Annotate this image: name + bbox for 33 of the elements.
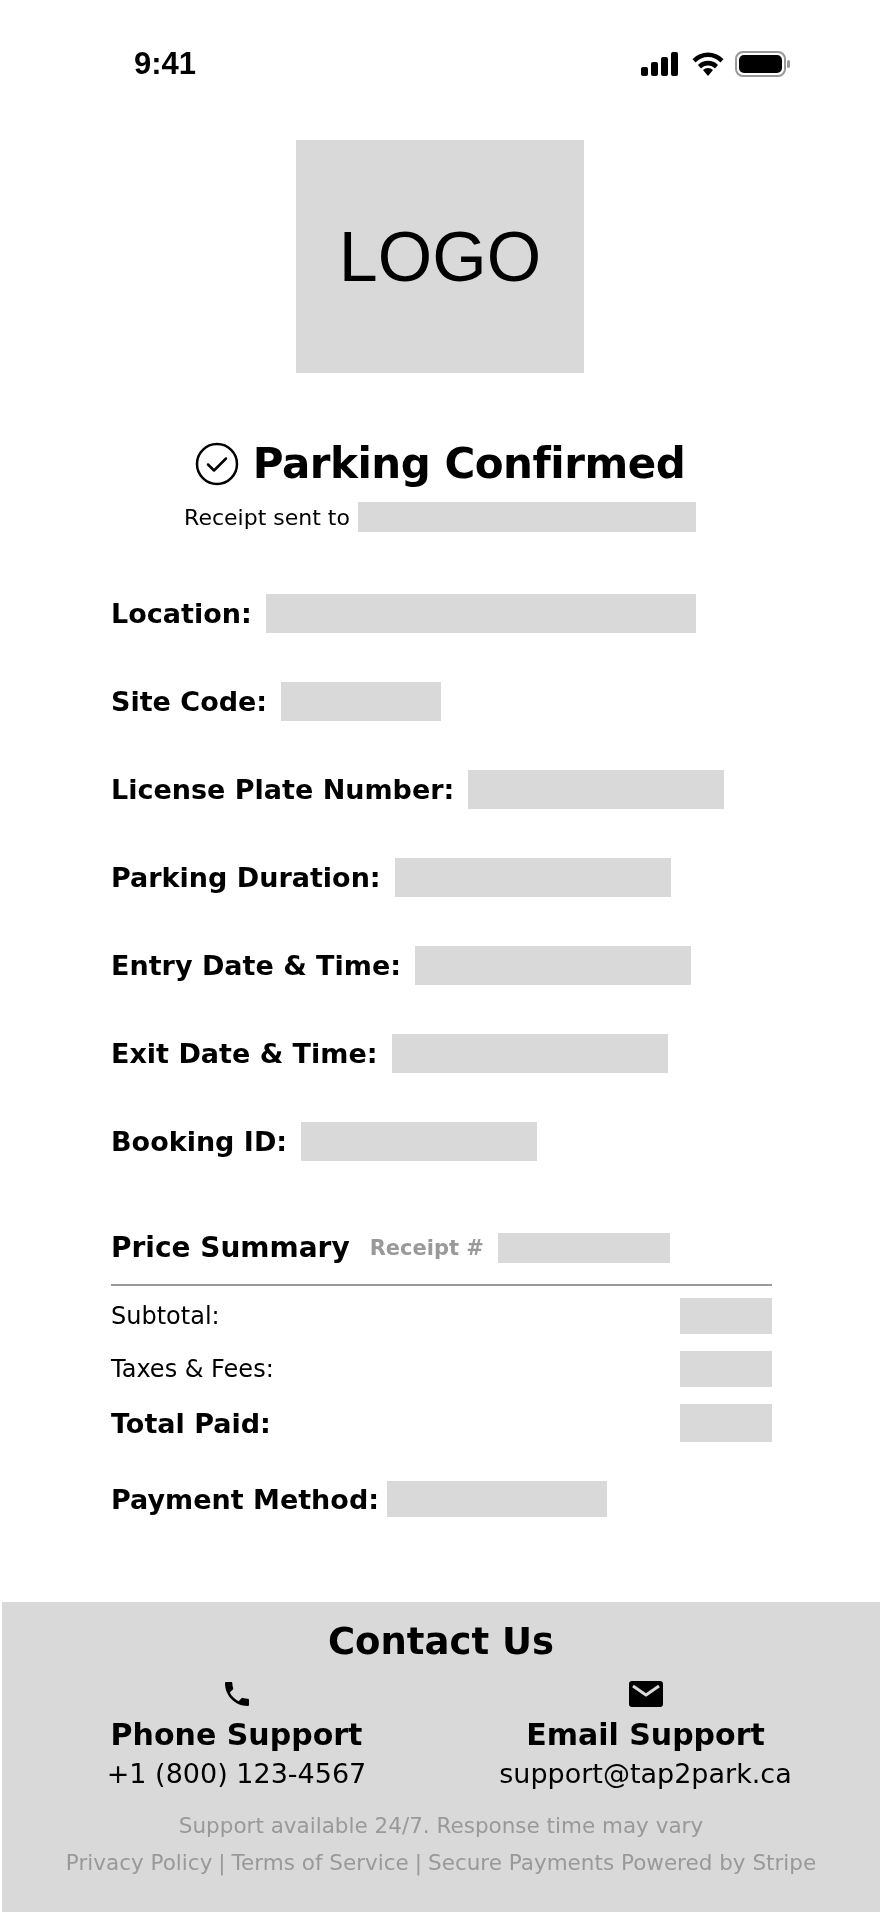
section-title: Price Summary <box>111 1231 350 1264</box>
logo: LOGO <box>296 140 584 373</box>
link-separator: | <box>218 1850 226 1875</box>
field-label: Entry Date & Time: <box>111 950 401 981</box>
field-label: License Plate Number: <box>111 774 455 805</box>
footer-link[interactable]: Privacy Policy <box>65 1850 213 1875</box>
check-circle-icon <box>194 441 239 486</box>
field-label: Site Code: <box>111 686 268 717</box>
field-label: Location: <box>111 598 252 629</box>
envelope-icon <box>627 1680 664 1708</box>
contact-title: Contact Us <box>327 1620 555 1663</box>
field-label: Parking Duration: <box>111 862 381 893</box>
wifi-icon <box>691 52 725 76</box>
price-label: Total Paid: <box>111 1407 271 1439</box>
price-label: Taxes & Fees: <box>111 1355 274 1383</box>
field-label: Payment Method: <box>111 1483 379 1515</box>
price-label: Subtotal: <box>111 1302 220 1330</box>
field-label: Booking ID: <box>111 1126 288 1157</box>
field-label: Exit Date & Time: <box>111 1038 378 1069</box>
link-separator: | <box>414 1850 423 1875</box>
phone-number: +1 (800) 123-4567 <box>106 1758 367 1789</box>
receipt-label: Receipt sent to <box>184 504 350 530</box>
email-address: support@tap2park.ca <box>499 1758 792 1789</box>
page-title: Parking Confirmed <box>252 439 686 488</box>
footer-link[interactable]: Secure Payments Powered by Stripe <box>428 1850 817 1875</box>
footer-link[interactable]: Terms of Service <box>231 1850 409 1875</box>
support-title: Email Support <box>526 1717 765 1752</box>
battery-icon <box>735 51 791 77</box>
signal-icon <box>641 52 681 76</box>
support-note: Support available 24/7. Response time may vary <box>178 1813 704 1838</box>
support-title: Phone Support <box>110 1717 363 1752</box>
receipt-number-label: Receipt # <box>369 1235 484 1260</box>
status-time: 9:41 <box>134 46 197 82</box>
